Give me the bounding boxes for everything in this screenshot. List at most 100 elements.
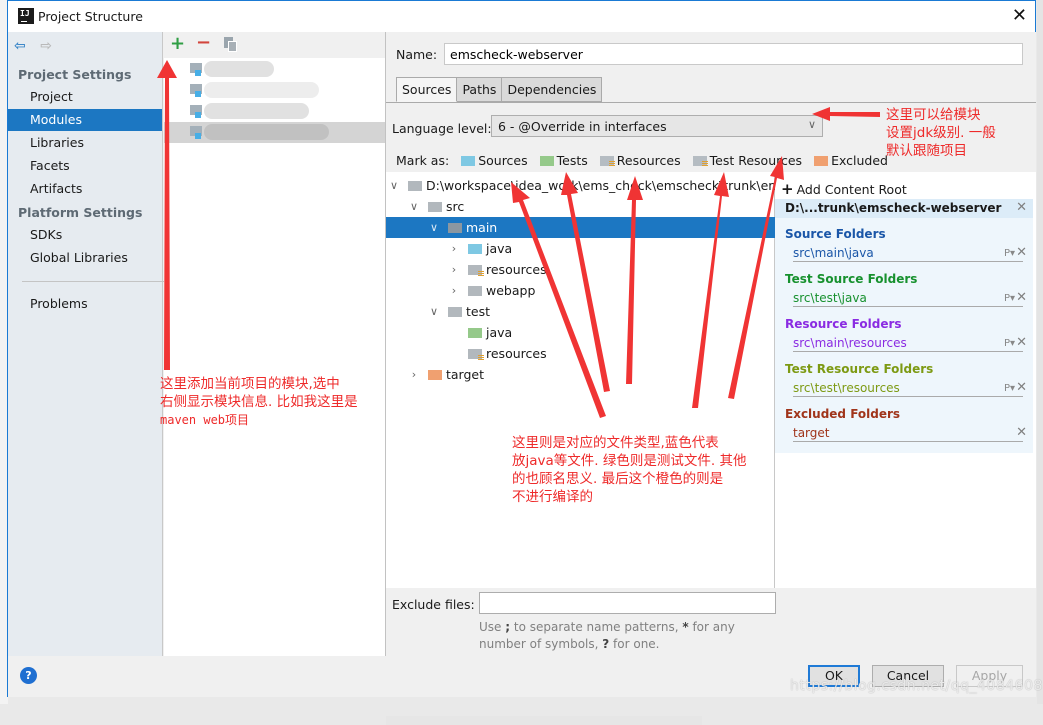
sidebar-item-libraries[interactable]: Libraries	[8, 132, 162, 154]
section-platform-settings: Platform Settings	[18, 205, 143, 220]
module-list-item-selected[interactable]	[164, 122, 385, 143]
sidebar-item-artifacts[interactable]: Artifacts	[8, 178, 162, 200]
module-name-input[interactable]	[444, 43, 1023, 65]
remove-folder-icon[interactable]: ✕	[1016, 380, 1027, 395]
add-module-icon[interactable]: +	[170, 33, 185, 54]
annotation-language-level: 这里可以给模块 设置jdk级别. 一般 默认跟随项目	[886, 107, 996, 159]
folder-icon	[448, 223, 462, 233]
chevron-down-icon[interactable]: ∨	[388, 175, 400, 196]
language-level-select[interactable]: 6 - @Override in interfaces ∨	[491, 115, 823, 137]
sidebar-item-modules[interactable]: Modules	[8, 109, 162, 131]
content-roots-panel: + Add Content Root D:\...trunk\emscheck-w…	[775, 172, 1036, 588]
module-folder-icon	[190, 63, 202, 76]
mark-as-bar: Mark as: Sources Tests Resources Test Re…	[396, 153, 888, 168]
module-folder-icon	[190, 105, 202, 118]
blurred-module-name	[204, 61, 274, 77]
chevron-down-icon[interactable]: ∨	[408, 196, 420, 217]
module-list-item[interactable]	[164, 80, 385, 101]
resources-folder-icon	[468, 265, 484, 277]
mark-as-label: Mark as:	[396, 153, 450, 168]
folder-properties-icon[interactable]: P▾	[1004, 248, 1015, 259]
test-resource-folder-path: src\test\resources	[793, 381, 1023, 397]
folder-icon	[428, 202, 442, 212]
exclude-files-input[interactable]	[479, 592, 776, 614]
tree-row-test[interactable]: ∨ test	[386, 301, 775, 322]
resource-folders-title: Resource Folders	[785, 317, 902, 331]
remove-folder-icon[interactable]: ✕	[1016, 290, 1027, 305]
tests-folder-icon	[539, 155, 554, 166]
chevron-right-icon[interactable]: ›	[408, 364, 420, 385]
mark-as-test-resources-button[interactable]: Test Resources	[692, 153, 802, 168]
intellij-app-icon: IJ	[18, 8, 34, 24]
project-structure-dialog: IJ Project Structure ✕ ⇦ ⇨ Project Setti…	[7, 0, 1036, 725]
content-root-box: D:\...trunk\emscheck-webserver ✕ Source …	[775, 199, 1033, 453]
mark-as-tests-button[interactable]: Tests	[539, 153, 588, 168]
sidebar-item-facets[interactable]: Facets	[8, 155, 162, 177]
test-resources-folder-icon	[692, 155, 708, 167]
test-resources-folder-icon	[468, 349, 484, 361]
remove-folder-icon[interactable]: ✕	[1016, 245, 1027, 260]
annotation-file-types: 这里则是对应的文件类型,蓝色代表 放java等文件. 绿色则是测试文件. 其他 …	[512, 435, 747, 505]
tree-row-main[interactable]: ∨ main	[386, 217, 775, 238]
horizontal-scrollbar[interactable]	[386, 716, 702, 725]
back-arrow-icon[interactable]: ⇦	[14, 38, 26, 54]
sidebar-item-project[interactable]: Project	[8, 86, 162, 108]
tree-row-content-root[interactable]: ∨ D:\workspace\idea_work\ems_check\emsch…	[386, 175, 775, 196]
sources-folder-icon	[461, 155, 476, 166]
help-icon[interactable]: ?	[20, 667, 37, 684]
tree-row-test-java[interactable]: java	[386, 322, 775, 343]
sidebar-divider	[22, 281, 164, 282]
chevron-down-icon[interactable]: ∨	[428, 301, 440, 322]
tree-row-target[interactable]: › target	[386, 364, 775, 385]
remove-content-root-icon[interactable]: ✕	[1016, 200, 1027, 215]
folder-properties-icon[interactable]: P▾	[1004, 293, 1015, 304]
tab-sources[interactable]: Sources	[396, 77, 458, 102]
remove-folder-icon[interactable]: ✕	[1016, 425, 1027, 440]
copy-module-icon[interactable]	[224, 37, 237, 52]
background-window-edge-right	[1037, 0, 1043, 704]
tree-row-src[interactable]: ∨ src	[386, 196, 775, 217]
sidebar-item-problems[interactable]: Problems	[8, 293, 162, 315]
module-list-item[interactable]	[164, 59, 385, 80]
remove-folder-icon[interactable]: ✕	[1016, 335, 1027, 350]
watermark: https://blog.csdn.net/qq_40846086	[790, 678, 1043, 694]
tab-dependencies[interactable]: Dependencies	[502, 77, 603, 102]
mark-as-sources-button[interactable]: Sources	[461, 153, 528, 168]
sidebar-item-sdks[interactable]: SDKs	[8, 224, 162, 246]
folder-properties-icon[interactable]: P▾	[1004, 338, 1015, 349]
nav-arrows: ⇦ ⇨	[14, 38, 52, 54]
name-label: Name:	[396, 47, 438, 62]
excluded-folder-icon	[428, 370, 442, 380]
tree-row-webapp[interactable]: › webapp	[386, 280, 775, 301]
tree-row-main-java[interactable]: › java	[386, 238, 775, 259]
folder-properties-icon[interactable]: P▾	[1004, 383, 1015, 394]
language-level-label: Language level:	[392, 121, 492, 136]
folder-icon	[468, 286, 482, 296]
annotation-add-module: 这里添加当前项目的模块,选中 右侧显示模块信息. 比如我这里是 maven we…	[160, 376, 358, 427]
tree-row-main-resources[interactable]: › resources	[386, 259, 775, 280]
module-folder-icon	[190, 84, 202, 97]
chevron-right-icon[interactable]: ›	[448, 280, 460, 301]
sidebar-item-global-libraries[interactable]: Global Libraries	[8, 247, 162, 269]
content-root-path: D:\...trunk\emscheck-webserver	[785, 201, 1002, 215]
blurred-module-name	[204, 82, 319, 98]
exclude-files-hint: Use ; to separate name patterns, * for a…	[479, 620, 735, 651]
close-icon[interactable]: ✕	[1012, 5, 1027, 26]
tab-divider	[386, 102, 1036, 103]
module-folder-icon	[190, 126, 202, 139]
blurred-module-name	[204, 103, 309, 119]
settings-sidebar: ⇦ ⇨ Project Settings Project Modules Lib…	[8, 32, 164, 656]
tab-paths[interactable]: Paths	[457, 77, 503, 102]
remove-module-icon[interactable]: −	[196, 32, 211, 53]
chevron-down-icon[interactable]: ∨	[428, 217, 440, 238]
module-list-item[interactable]	[164, 101, 385, 122]
tree-row-test-resources[interactable]: resources	[386, 343, 775, 364]
mark-as-resources-button[interactable]: Resources	[599, 153, 681, 168]
add-content-root-button[interactable]: + Add Content Root	[781, 180, 907, 198]
chevron-right-icon[interactable]: ›	[448, 238, 460, 259]
mark-as-excluded-button[interactable]: Excluded	[814, 153, 888, 168]
source-tree: ∨ D:\workspace\idea_work\ems_check\emsch…	[386, 172, 775, 725]
folder-icon	[448, 307, 462, 317]
window-title: Project Structure	[38, 9, 143, 24]
chevron-right-icon[interactable]: ›	[448, 259, 460, 280]
